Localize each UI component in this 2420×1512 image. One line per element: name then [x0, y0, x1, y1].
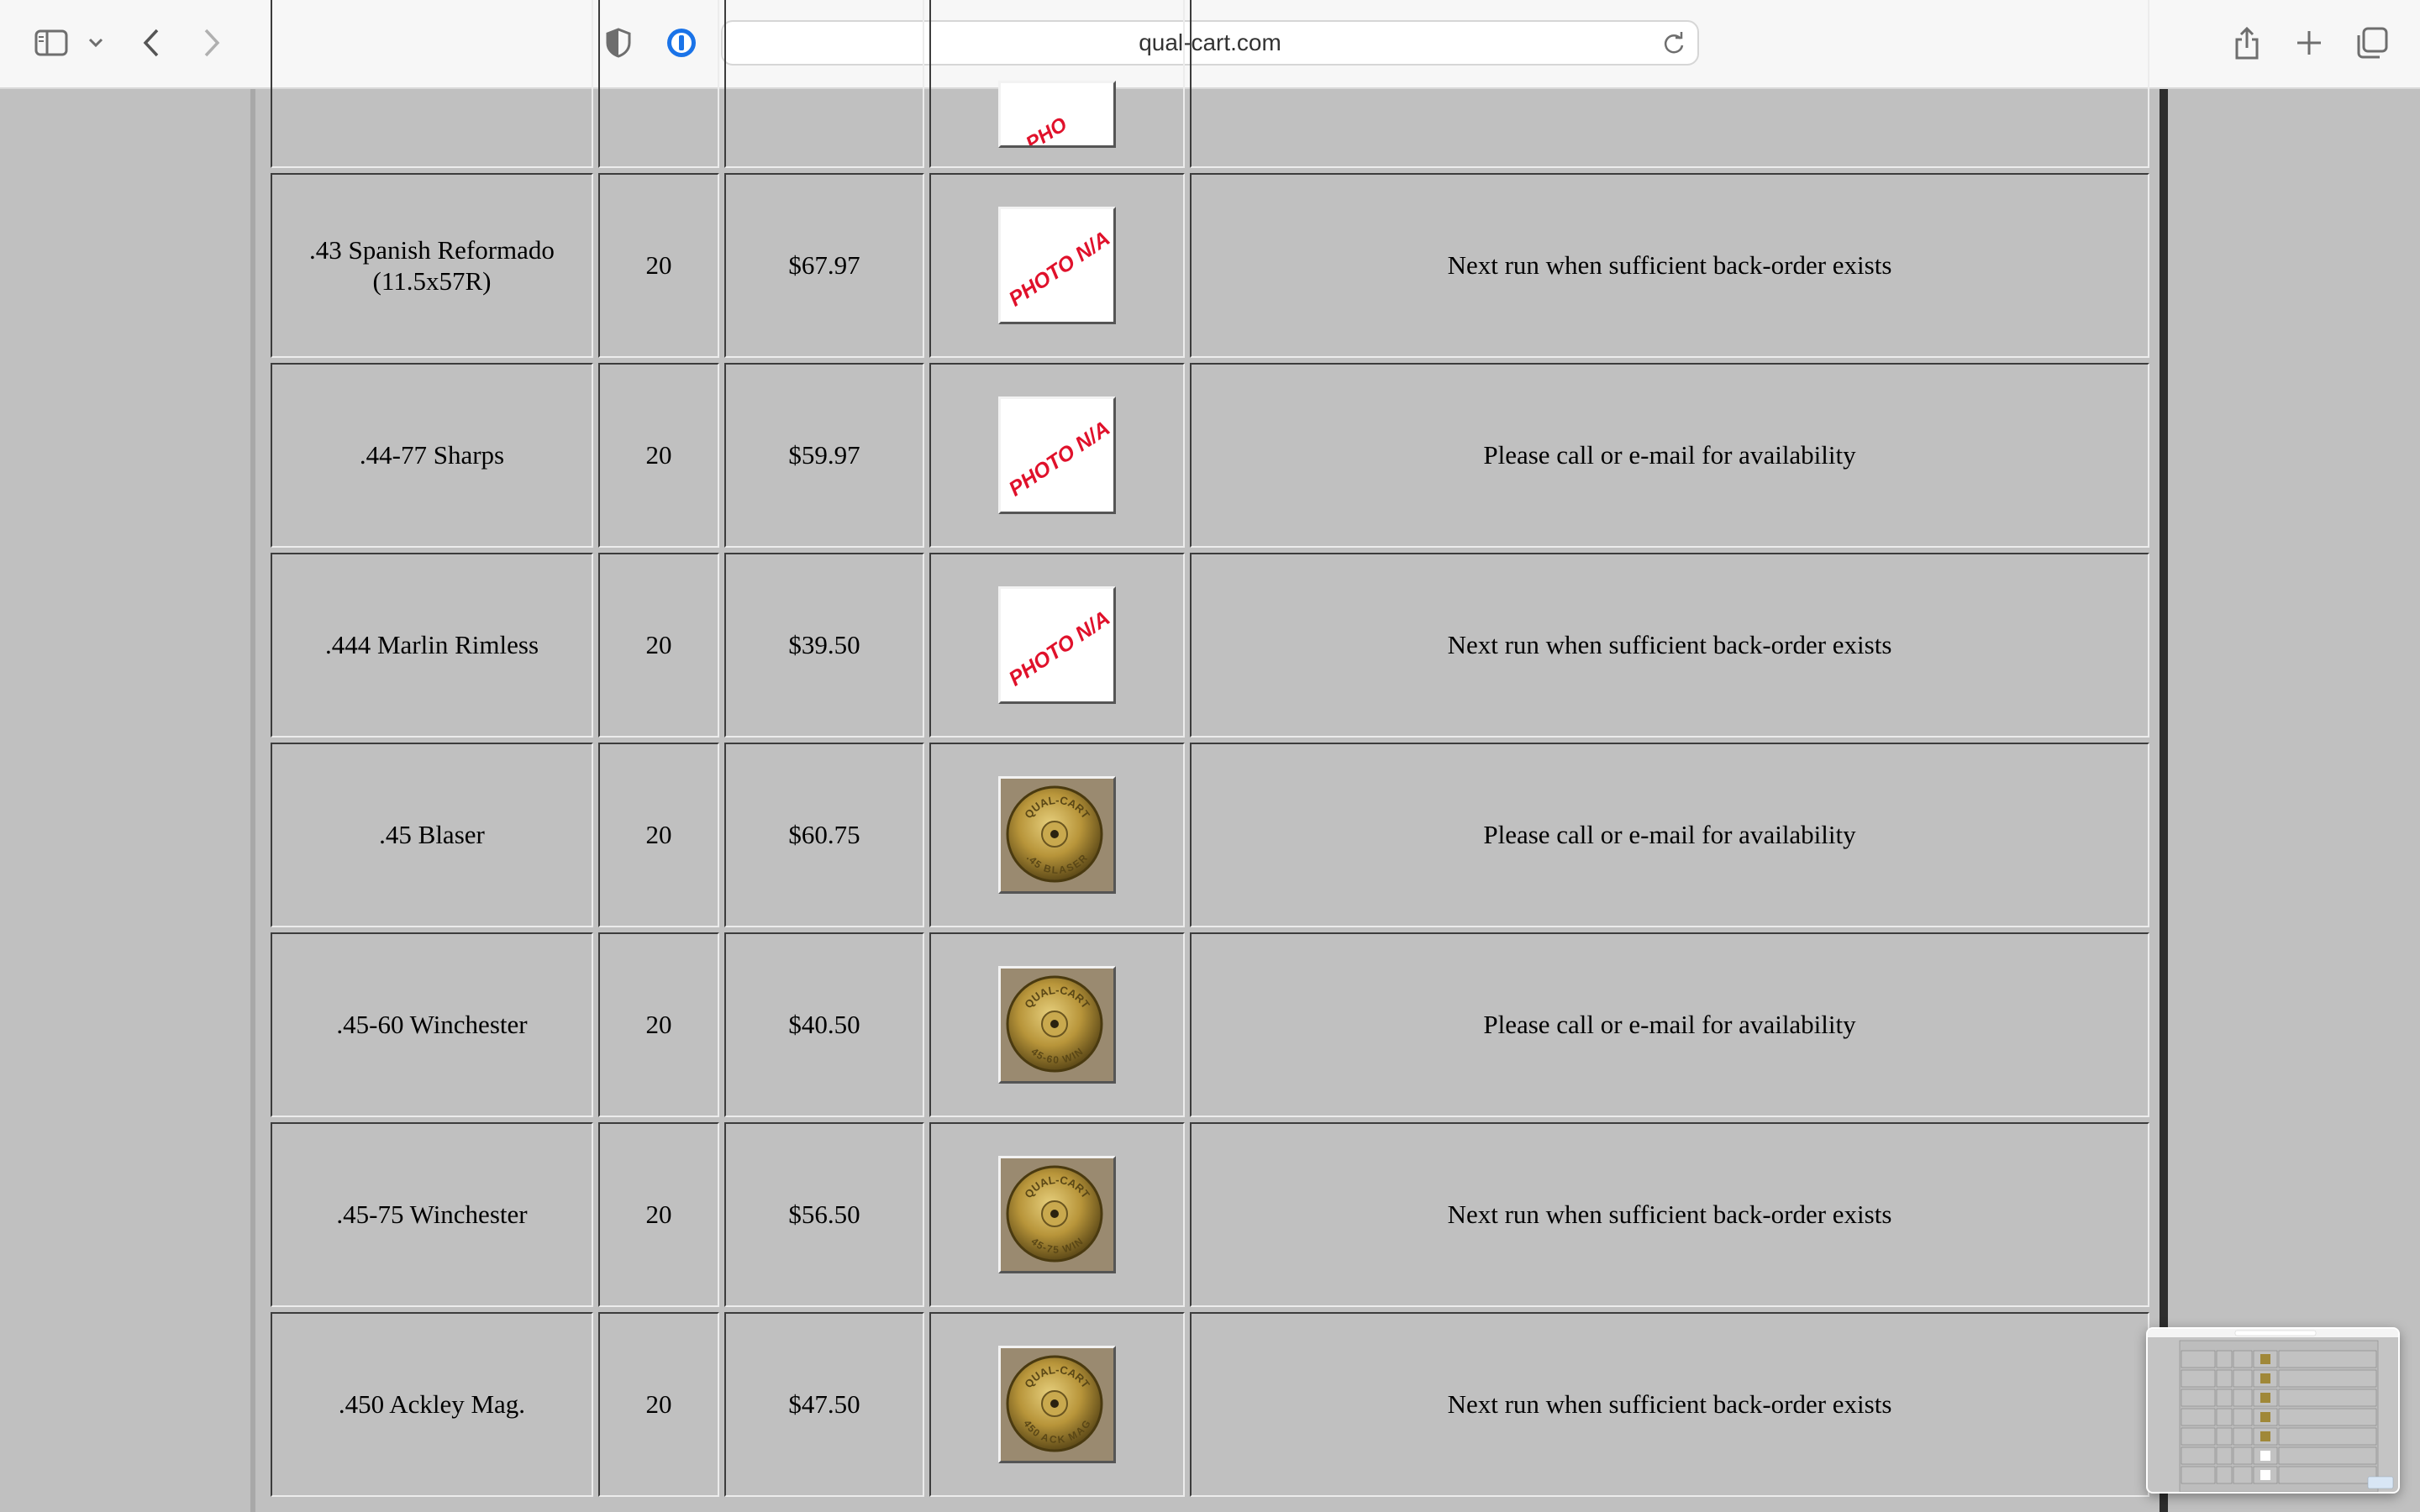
- table-cell-photo: QUAL-CART 45-60 WIN: [929, 932, 1185, 1117]
- product-name: .45-75 Winchester: [271, 1122, 593, 1307]
- product-photo-placeholder[interactable]: PHOTO N/A: [998, 396, 1116, 514]
- product-availability: Please call or e-mail for availability: [1190, 743, 2149, 927]
- photo-na-text: PHOTO N/A: [1005, 227, 1113, 312]
- table-cell-qty: [598, 0, 719, 168]
- product-quantity: 20: [598, 363, 719, 548]
- table-cell-name: [271, 0, 593, 168]
- product-quantity: 20: [598, 1312, 719, 1497]
- table-cell-price: [724, 0, 924, 168]
- product-name: .45 Blaser: [271, 743, 593, 927]
- cartridge-case-photo[interactable]: QUAL-CART 450 ACK MAG: [998, 1346, 1116, 1463]
- product-price: $56.50: [724, 1122, 924, 1307]
- product-table: PHO .43 Spanish Reformado (11.5x57R) 20 $6…: [266, 0, 2154, 1502]
- cartridge-case-photo[interactable]: QUAL-CART .45 BLASER: [998, 776, 1116, 894]
- product-price: $60.75: [724, 743, 924, 927]
- table-row: .44-77 Sharps 20 $59.97 PHOTO N/A Please cal…: [271, 363, 2149, 548]
- product-availability: Next run when sufficient back-order exis…: [1190, 1312, 2149, 1497]
- photo-na-text: PHOTO N/A: [1005, 606, 1113, 691]
- table-row: .43 Spanish Reformado (11.5x57R) 20 $67.97…: [271, 173, 2149, 358]
- product-quantity: 20: [598, 553, 719, 738]
- product-availability: Next run when sufficient back-order exis…: [1190, 553, 2149, 738]
- product-availability: Please call or e-mail for availability: [1190, 363, 2149, 548]
- table-row: .45-75 Winchester 20 $56.50 QUAL-CART 45-75 …: [271, 1122, 2149, 1307]
- table-cell-photo: PHOTO N/A: [929, 553, 1185, 738]
- cartridge-case-photo[interactable]: QUAL-CART 45-60 WIN: [998, 966, 1116, 1084]
- product-photo-placeholder[interactable]: PHOTO N/A: [998, 207, 1116, 324]
- product-quantity: 20: [598, 743, 719, 927]
- table-cell-photo: QUAL-CART .45 BLASER: [929, 743, 1185, 927]
- product-name: .450 Ackley Mag.: [271, 1312, 593, 1497]
- table-row: .444 Marlin Rimless 20 $39.50 PHOTO N/A Next…: [271, 553, 2149, 738]
- cartridge-case-photo[interactable]: QUAL-CART 45-75 WIN: [998, 1156, 1116, 1273]
- table-cell-photo: PHOTO N/A: [929, 363, 1185, 548]
- product-availability: Next run when sufficient back-order exis…: [1190, 173, 2149, 358]
- product-availability: Next run when sufficient back-order exis…: [1190, 1122, 2149, 1307]
- table-row: .45 Blaser 20 $60.75 QUAL-CART .45 BLASER Ple…: [271, 743, 2149, 927]
- new-tab-icon[interactable]: [2292, 25, 2326, 60]
- chevron-down-icon[interactable]: [84, 30, 108, 55]
- product-price: $67.97: [724, 173, 924, 358]
- product-quantity: 20: [598, 173, 719, 358]
- share-icon[interactable]: [2230, 24, 2264, 62]
- product-price: $59.97: [724, 363, 924, 548]
- product-photo-placeholder[interactable]: PHOTO N/A: [998, 586, 1116, 704]
- table-cell-photo: QUAL-CART 45-75 WIN: [929, 1122, 1185, 1307]
- tab-overview-icon[interactable]: [2354, 25, 2390, 60]
- table-cell-photo: PHO: [929, 0, 1185, 168]
- forward-icon[interactable]: [197, 25, 227, 60]
- product-price: $47.50: [724, 1312, 924, 1497]
- product-table-container: PHO .43 Spanish Reformado (11.5x57R) 20 $6…: [266, 0, 2154, 1502]
- table-row: .45-60 Winchester 20 $40.50 QUAL-CART 45-60 …: [271, 932, 2149, 1117]
- product-price: $40.50: [724, 932, 924, 1117]
- photo-na-text: PHO: [1022, 113, 1071, 145]
- page-left-border: [250, 89, 255, 1512]
- page-right-border: [2160, 89, 2168, 1512]
- table-row: .450 Ackley Mag. 20 $47.50 QUAL-CART 450 ACK…: [271, 1312, 2149, 1497]
- table-cell-photo: PHOTO N/A: [929, 173, 1185, 358]
- product-name: .43 Spanish Reformado (11.5x57R): [271, 173, 593, 358]
- table-row: PHO: [271, 0, 2149, 168]
- picture-in-picture-preview[interactable]: [2146, 1327, 2400, 1494]
- product-availability: Please call or e-mail for availability: [1190, 932, 2149, 1117]
- back-icon[interactable]: [136, 25, 166, 60]
- product-name: .444 Marlin Rimless: [271, 553, 593, 738]
- product-name: .45-60 Winchester: [271, 932, 593, 1117]
- sidebar-icon[interactable]: [32, 25, 71, 60]
- product-price: $39.50: [724, 553, 924, 738]
- table-cell-availability: [1190, 0, 2149, 168]
- photo-na-text: PHOTO N/A: [1005, 417, 1113, 501]
- product-name: .44-77 Sharps: [271, 363, 593, 548]
- product-quantity: 20: [598, 932, 719, 1117]
- product-quantity: 20: [598, 1122, 719, 1307]
- table-cell-photo: QUAL-CART 450 ACK MAG: [929, 1312, 1185, 1497]
- product-photo-placeholder[interactable]: PHO: [998, 81, 1116, 148]
